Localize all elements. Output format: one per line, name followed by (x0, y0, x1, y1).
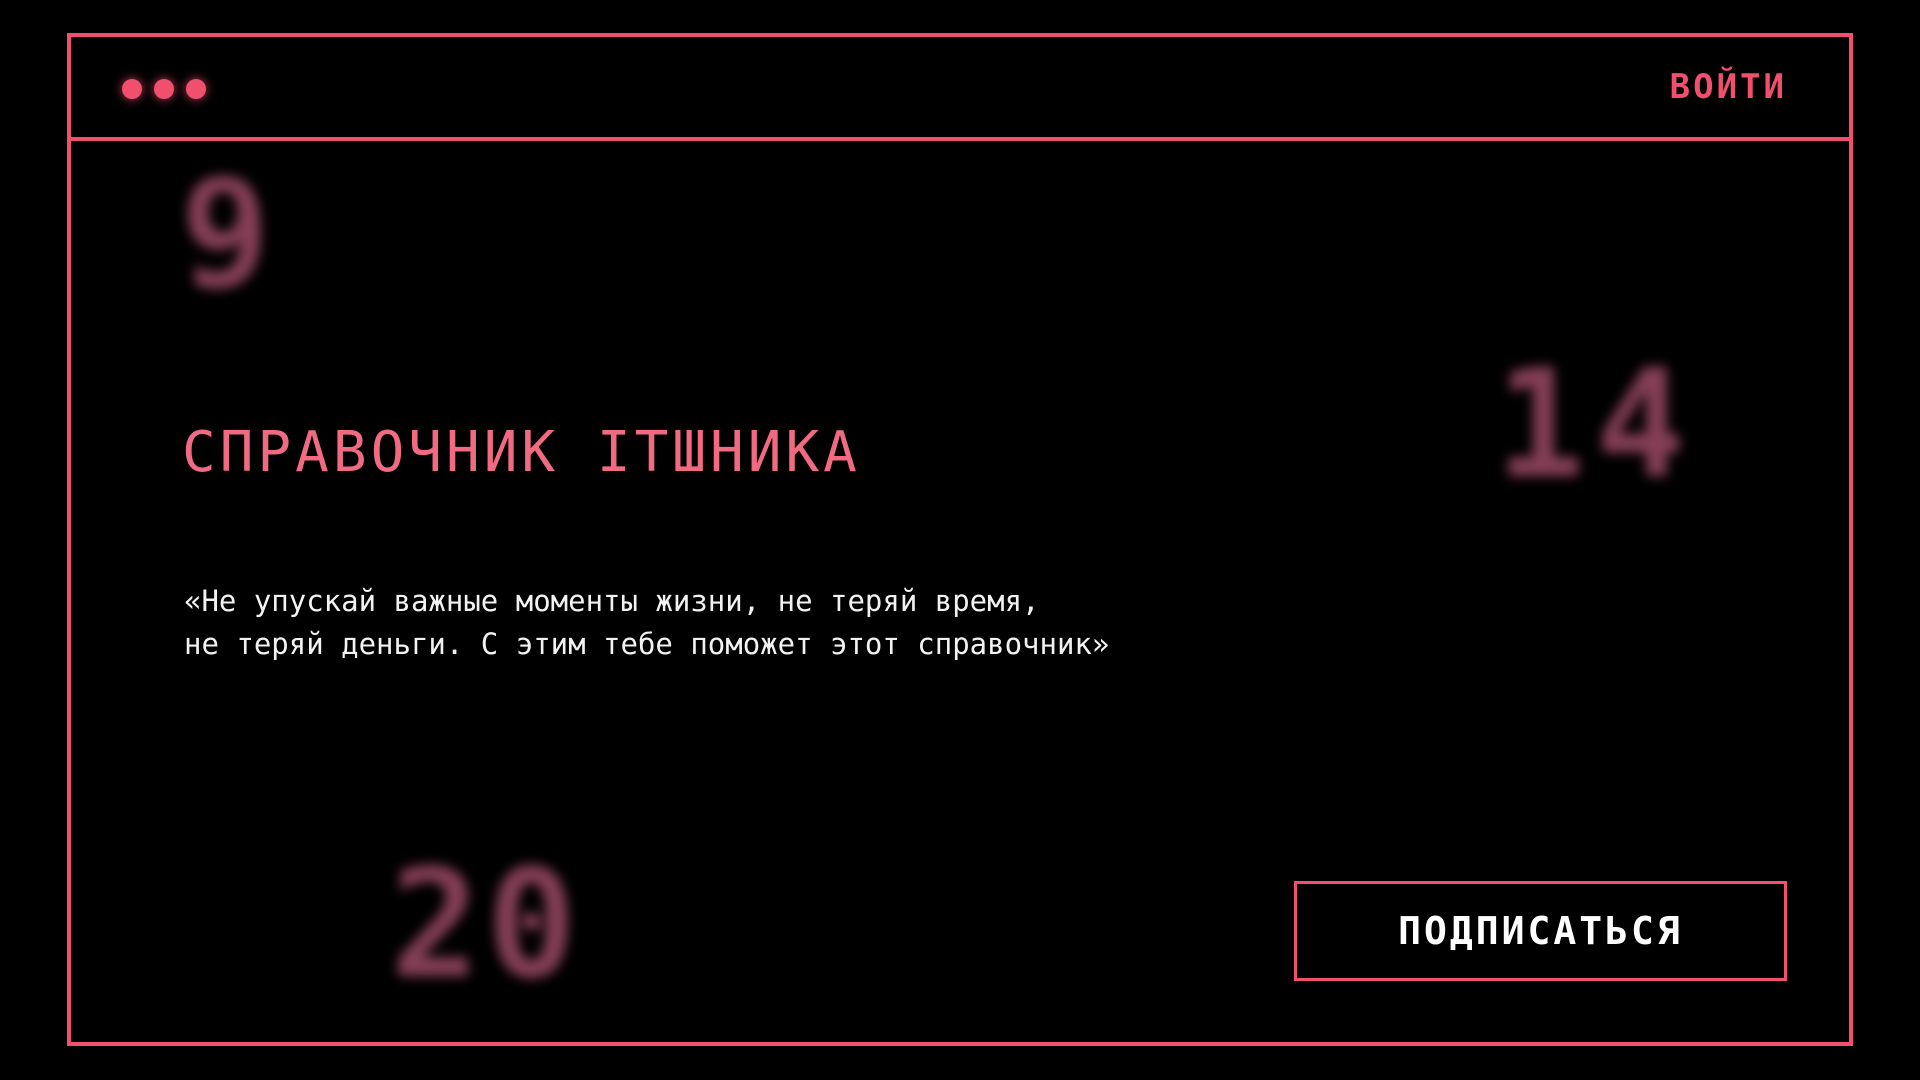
quote-line: «Не упускай важные моменты жизни, не тер… (184, 584, 1040, 618)
background-number: 9 (180, 148, 271, 322)
dot-icon (186, 79, 206, 99)
page-title: СПРАВОЧНИК ITШНИКА (182, 420, 861, 485)
dot-icon (154, 79, 174, 99)
subscribe-button[interactable]: ПОДПИСАТЬСЯ (1294, 881, 1787, 981)
background-number: 20 (390, 838, 583, 1012)
three-dot-icon[interactable] (122, 79, 206, 99)
background-number: 14 (1495, 338, 1696, 512)
window-titlebar: ВОЙТИ (71, 37, 1849, 141)
quote-line: не теряй деньги. С этим тебе поможет это… (184, 627, 1110, 661)
dot-icon (122, 79, 142, 99)
quote-text: «Не упускай важные моменты жизни, не тер… (184, 580, 1284, 666)
login-link[interactable]: ВОЙТИ (1670, 67, 1787, 107)
